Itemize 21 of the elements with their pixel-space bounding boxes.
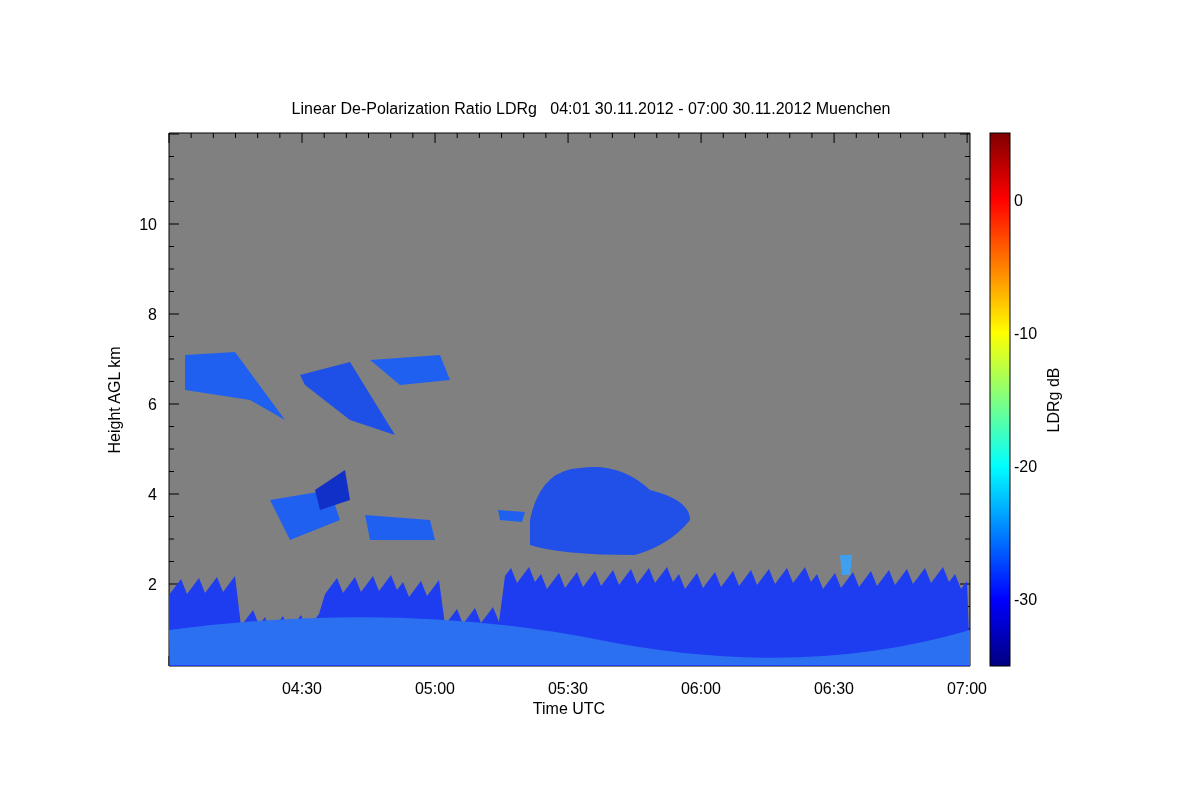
tick-label: 04:30 [282,680,322,697]
echo-region [498,510,525,522]
tick-label: 05:30 [548,680,588,697]
tick-label: 05:00 [415,680,455,697]
tick-label: 6 [148,396,157,413]
tick-label: -10 [1014,325,1038,342]
axis-label: Height AGL km [106,346,123,454]
tick-label: 4 [148,486,157,503]
axis-label: Time UTC [532,700,606,717]
echo-region [365,515,435,540]
tick-label: 10 [139,216,157,233]
tick-label: 0 [1014,192,1023,209]
tick-label: -30 [1014,591,1038,608]
tick-label: 07:00 [947,680,987,697]
tick-label: 06:30 [814,680,854,697]
tick-label: 06:00 [681,680,721,697]
axis-label: LDRg dB [1045,367,1062,433]
plot-title: Linear De-Polarization Ratio LDRg 04:01 30.11.2012 - 07:00 30.11.2012 Muenchen [291,100,891,117]
tick-label: 8 [148,306,157,323]
tick-label: -20 [1014,458,1038,475]
tick-label: 2 [148,576,157,593]
